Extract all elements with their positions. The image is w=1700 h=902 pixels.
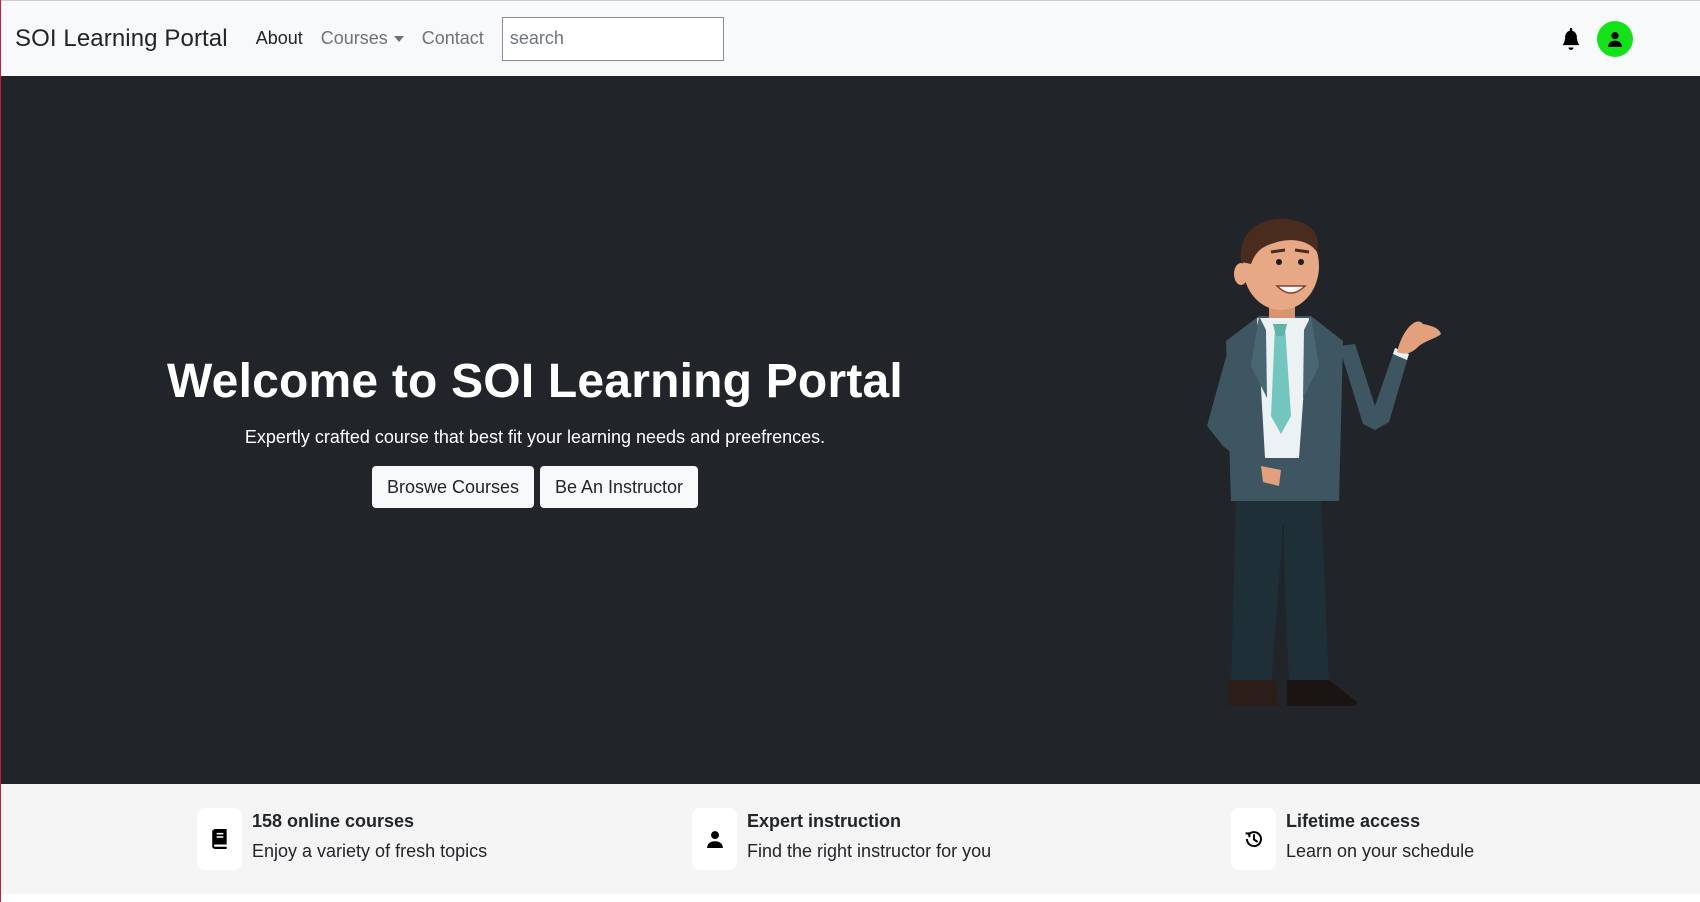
feature-instruction: Expert instruction Find the right instru… [692,808,991,870]
avatar[interactable] [1597,21,1633,57]
feature-courses: 158 online courses Enjoy a variety of fr… [197,808,487,870]
hero-content: Welcome to SOI Learning Portal Expertly … [135,354,935,508]
browse-courses-button[interactable]: Broswe Courses [371,466,534,508]
nav-contact-link[interactable]: Contact [422,28,484,49]
hero-subtitle: Expertly crafted course that best fit yo… [244,427,826,447]
hero-title: Welcome to SOI Learning Portal [167,355,903,408]
nav-links: About Courses Contact [256,16,724,61]
businessman-illustration [1207,218,1441,706]
page: SOI Learning Portal About Courses Contac… [0,0,1700,902]
nav-courses-label: Courses [320,28,388,48]
feature-lifetime: Lifetime access Learn on your schedule [1231,808,1474,870]
search-input[interactable] [501,16,724,61]
nav-right [1561,21,1633,57]
bell-icon[interactable] [1561,28,1581,50]
chevron-down-icon [393,35,404,42]
navbar: SOI Learning Portal About Courses Contac… [1,0,1700,76]
feature-courses-icon-box [197,808,242,870]
feature-instruction-title: Expert instruction [747,811,902,831]
hero-buttons: Broswe Courses Be An Instructor [135,466,935,508]
brand-link[interactable]: SOI Learning Portal [15,25,228,53]
feature-courses-text: 158 online courses Enjoy a variety of fr… [252,808,487,862]
hero-section: Welcome to SOI Learning Portal Expertly … [1,76,1700,784]
feature-instruction-desc: Find the right instructor for you [747,841,992,861]
feature-lifetime-desc: Learn on your schedule [1286,841,1475,861]
nav-about-label: About [255,28,303,48]
features-section: 158 online courses Enjoy a variety of fr… [1,784,1700,894]
be-instructor-button[interactable]: Be An Instructor [539,466,699,508]
feature-lifetime-title: Lifetime access [1286,811,1421,831]
feature-instruction-icon-box [692,808,737,870]
book-icon [211,829,227,849]
person-icon [706,831,723,848]
user-icon [1608,32,1622,47]
feature-courses-desc: Enjoy a variety of fresh topics [252,841,488,861]
feature-lifetime-icon-box [1231,808,1276,870]
feature-lifetime-text: Lifetime access Learn on your schedule [1286,808,1474,862]
feature-courses-title: 158 online courses [252,811,415,831]
feature-instruction-text: Expert instruction Find the right instru… [747,808,991,862]
page-bottom-strip [1,894,1700,902]
nav-about-link[interactable]: About [256,28,303,49]
history-icon [1245,831,1262,848]
nav-contact-label: Contact [421,28,484,48]
nav-courses-dropdown[interactable]: Courses [321,28,404,49]
